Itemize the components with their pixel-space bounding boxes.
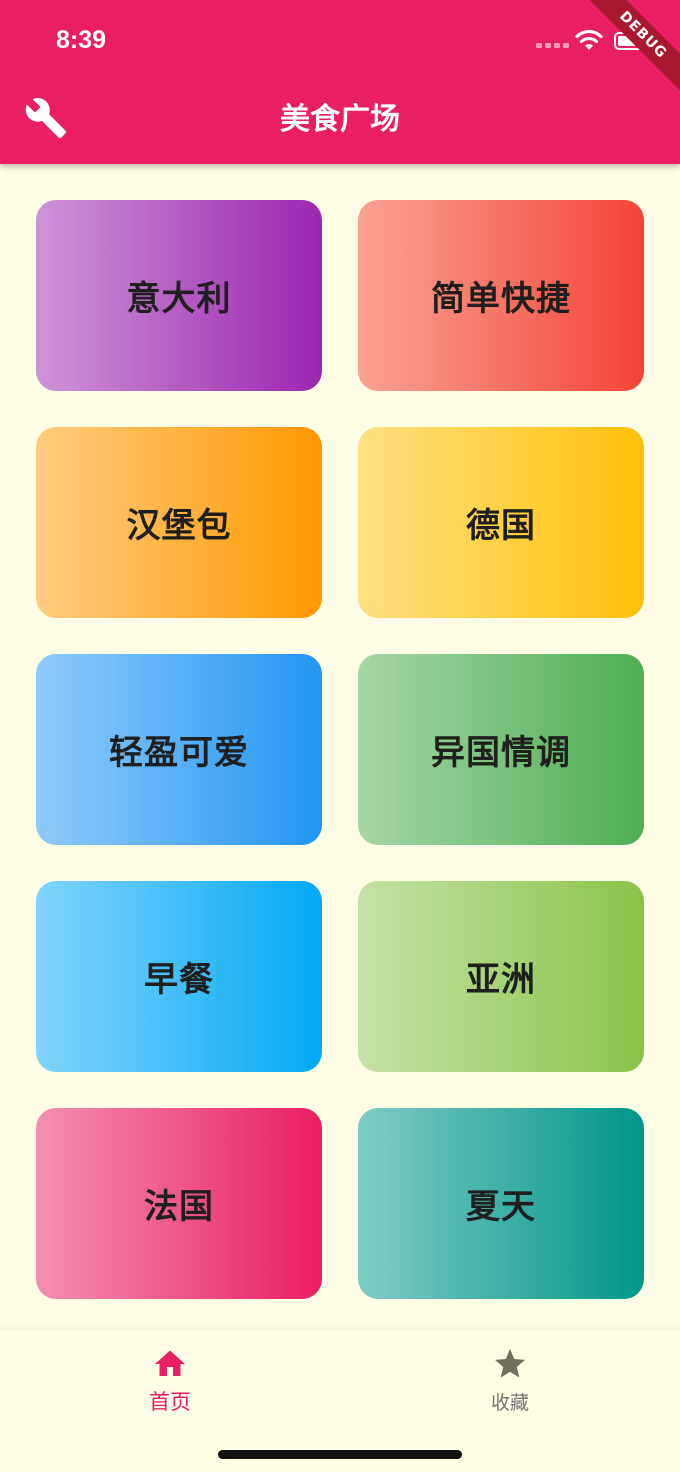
category-card[interactable]: 异国情调 [358,654,644,845]
category-card[interactable]: 夏天 [358,1108,644,1299]
category-label: 意大利 [126,279,232,319]
category-label: 夏天 [466,1187,536,1227]
status-time: 8:39 [56,26,107,54]
page-title: 美食广场 [280,102,400,137]
category-card[interactable]: 法国 [36,1108,322,1299]
category-card[interactable]: 汉堡包 [36,427,322,618]
nav-label-home: 首页 [149,1390,191,1414]
home-icon [155,1350,185,1376]
app-screen: 8:39 美食广场 DEBUG 意大利 简单快捷 汉堡包 德国 轻盈可爱 异国情调 早餐 亚洲… [0,0,680,1472]
category-label: 汉堡包 [126,506,232,546]
category-grid: 意大利 简单快捷汉堡包 德国轻盈可爱 异国情调早餐 亚洲法国 夏天 [36,200,644,1299]
category-card[interactable]: 早餐 [36,881,322,1072]
category-label: 法国 [144,1187,214,1227]
category-label: 简单快捷 [431,279,571,319]
home-indicator [218,1450,462,1459]
category-card[interactable]: 亚洲 [358,881,644,1072]
category-card[interactable]: 意大利 [36,200,322,391]
category-label: 德国 [466,506,536,546]
category-label: 早餐 [144,960,214,1000]
category-label: 亚洲 [466,960,536,1000]
category-label: 异国情调 [431,733,571,773]
category-card[interactable]: 轻盈可爱 [36,654,322,845]
signal-icon [536,43,569,48]
nav-item-home[interactable]: 首页 [110,1346,230,1416]
app-bar: 8:39 美食广场 [0,0,680,164]
wifi-icon [575,29,603,50]
nav-label-favorites: 收藏 [490,1392,529,1414]
category-label: 轻盈可爱 [109,733,249,773]
category-card[interactable]: 简单快捷 [358,200,644,391]
category-card[interactable]: 德国 [358,427,644,618]
nav-item-favorites[interactable]: 收藏 [450,1346,570,1415]
star-icon [495,1349,525,1378]
